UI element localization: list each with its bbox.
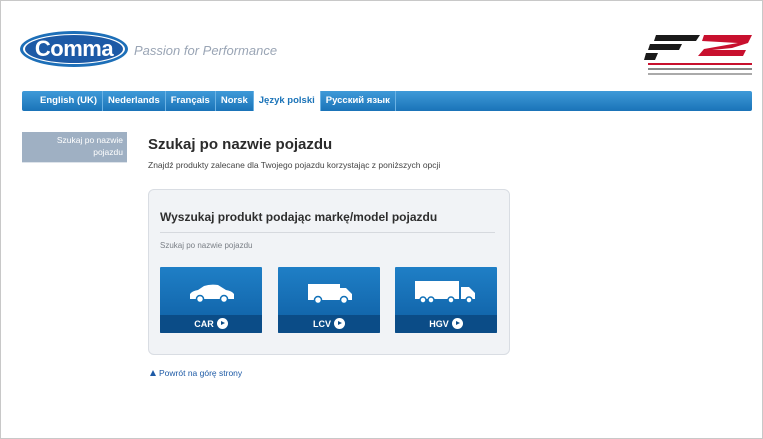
f2-partner-logo [642,31,758,81]
language-nav: English (UK) Nederlands Français Norsk J… [22,91,752,111]
car-button-label: CAR [160,318,262,330]
vehicle-search-panel: Wyszukaj produkt podając markę/model poj… [148,189,510,355]
car-button-text: CAR [194,318,214,329]
truck-icon [415,281,475,304]
logo-text: Comma [34,36,114,61]
back-to-top-link[interactable]: Powrót na górę strony [150,368,242,378]
site-header: Comma Passion for Performance [1,1,762,83]
play-arrow-icon [451,318,463,329]
nav-norsk[interactable]: Norsk [216,91,254,111]
nav-nederlands[interactable]: Nederlands [103,91,166,111]
car-button[interactable]: CAR [160,267,262,333]
van-icon [308,284,352,305]
car-icon [190,284,234,304]
lcv-button[interactable]: LCV [278,267,380,333]
panel-title: Wyszukaj produkt podając markę/model poj… [160,210,438,224]
panel-divider [160,232,495,233]
sidebar-divider [22,162,127,163]
nav-russian[interactable]: Русский язык [321,91,396,111]
hgv-button[interactable]: HGV [395,267,497,333]
lcv-button-text: LCV [313,318,331,329]
sidebar-item-label: Szukaj po nazwie pojazdu [56,135,123,157]
tagline: Passion for Performance [134,43,278,58]
lcv-button-label: LCV [278,318,380,330]
back-to-top-label: Powrót na górę strony [159,368,243,378]
page-frame: Comma Passion for Performance English (U… [0,0,763,439]
intro-text: Znajdź produkty zalecane dla Twojego poj… [148,160,441,170]
f2-logo-graphic [644,35,752,75]
play-arrow-icon [216,318,228,329]
play-arrow-icon [334,318,345,329]
hgv-button-label: HGV [395,318,497,330]
sidebar-item-vehicle-search[interactable]: Szukaj po nazwie pojazdu [22,132,127,162]
hgv-button-text: HGV [429,318,449,329]
comma-logo[interactable]: Comma [20,31,130,69]
nav-francais[interactable]: Français [166,91,216,111]
nav-english[interactable]: English (UK) [22,91,103,111]
page-title: Szukaj po nazwie pojazdu [148,136,333,153]
panel-subtitle: Szukaj po nazwie pojazdu [160,241,253,250]
up-arrow-icon [150,370,156,376]
nav-polski[interactable]: Język polski [253,91,321,111]
